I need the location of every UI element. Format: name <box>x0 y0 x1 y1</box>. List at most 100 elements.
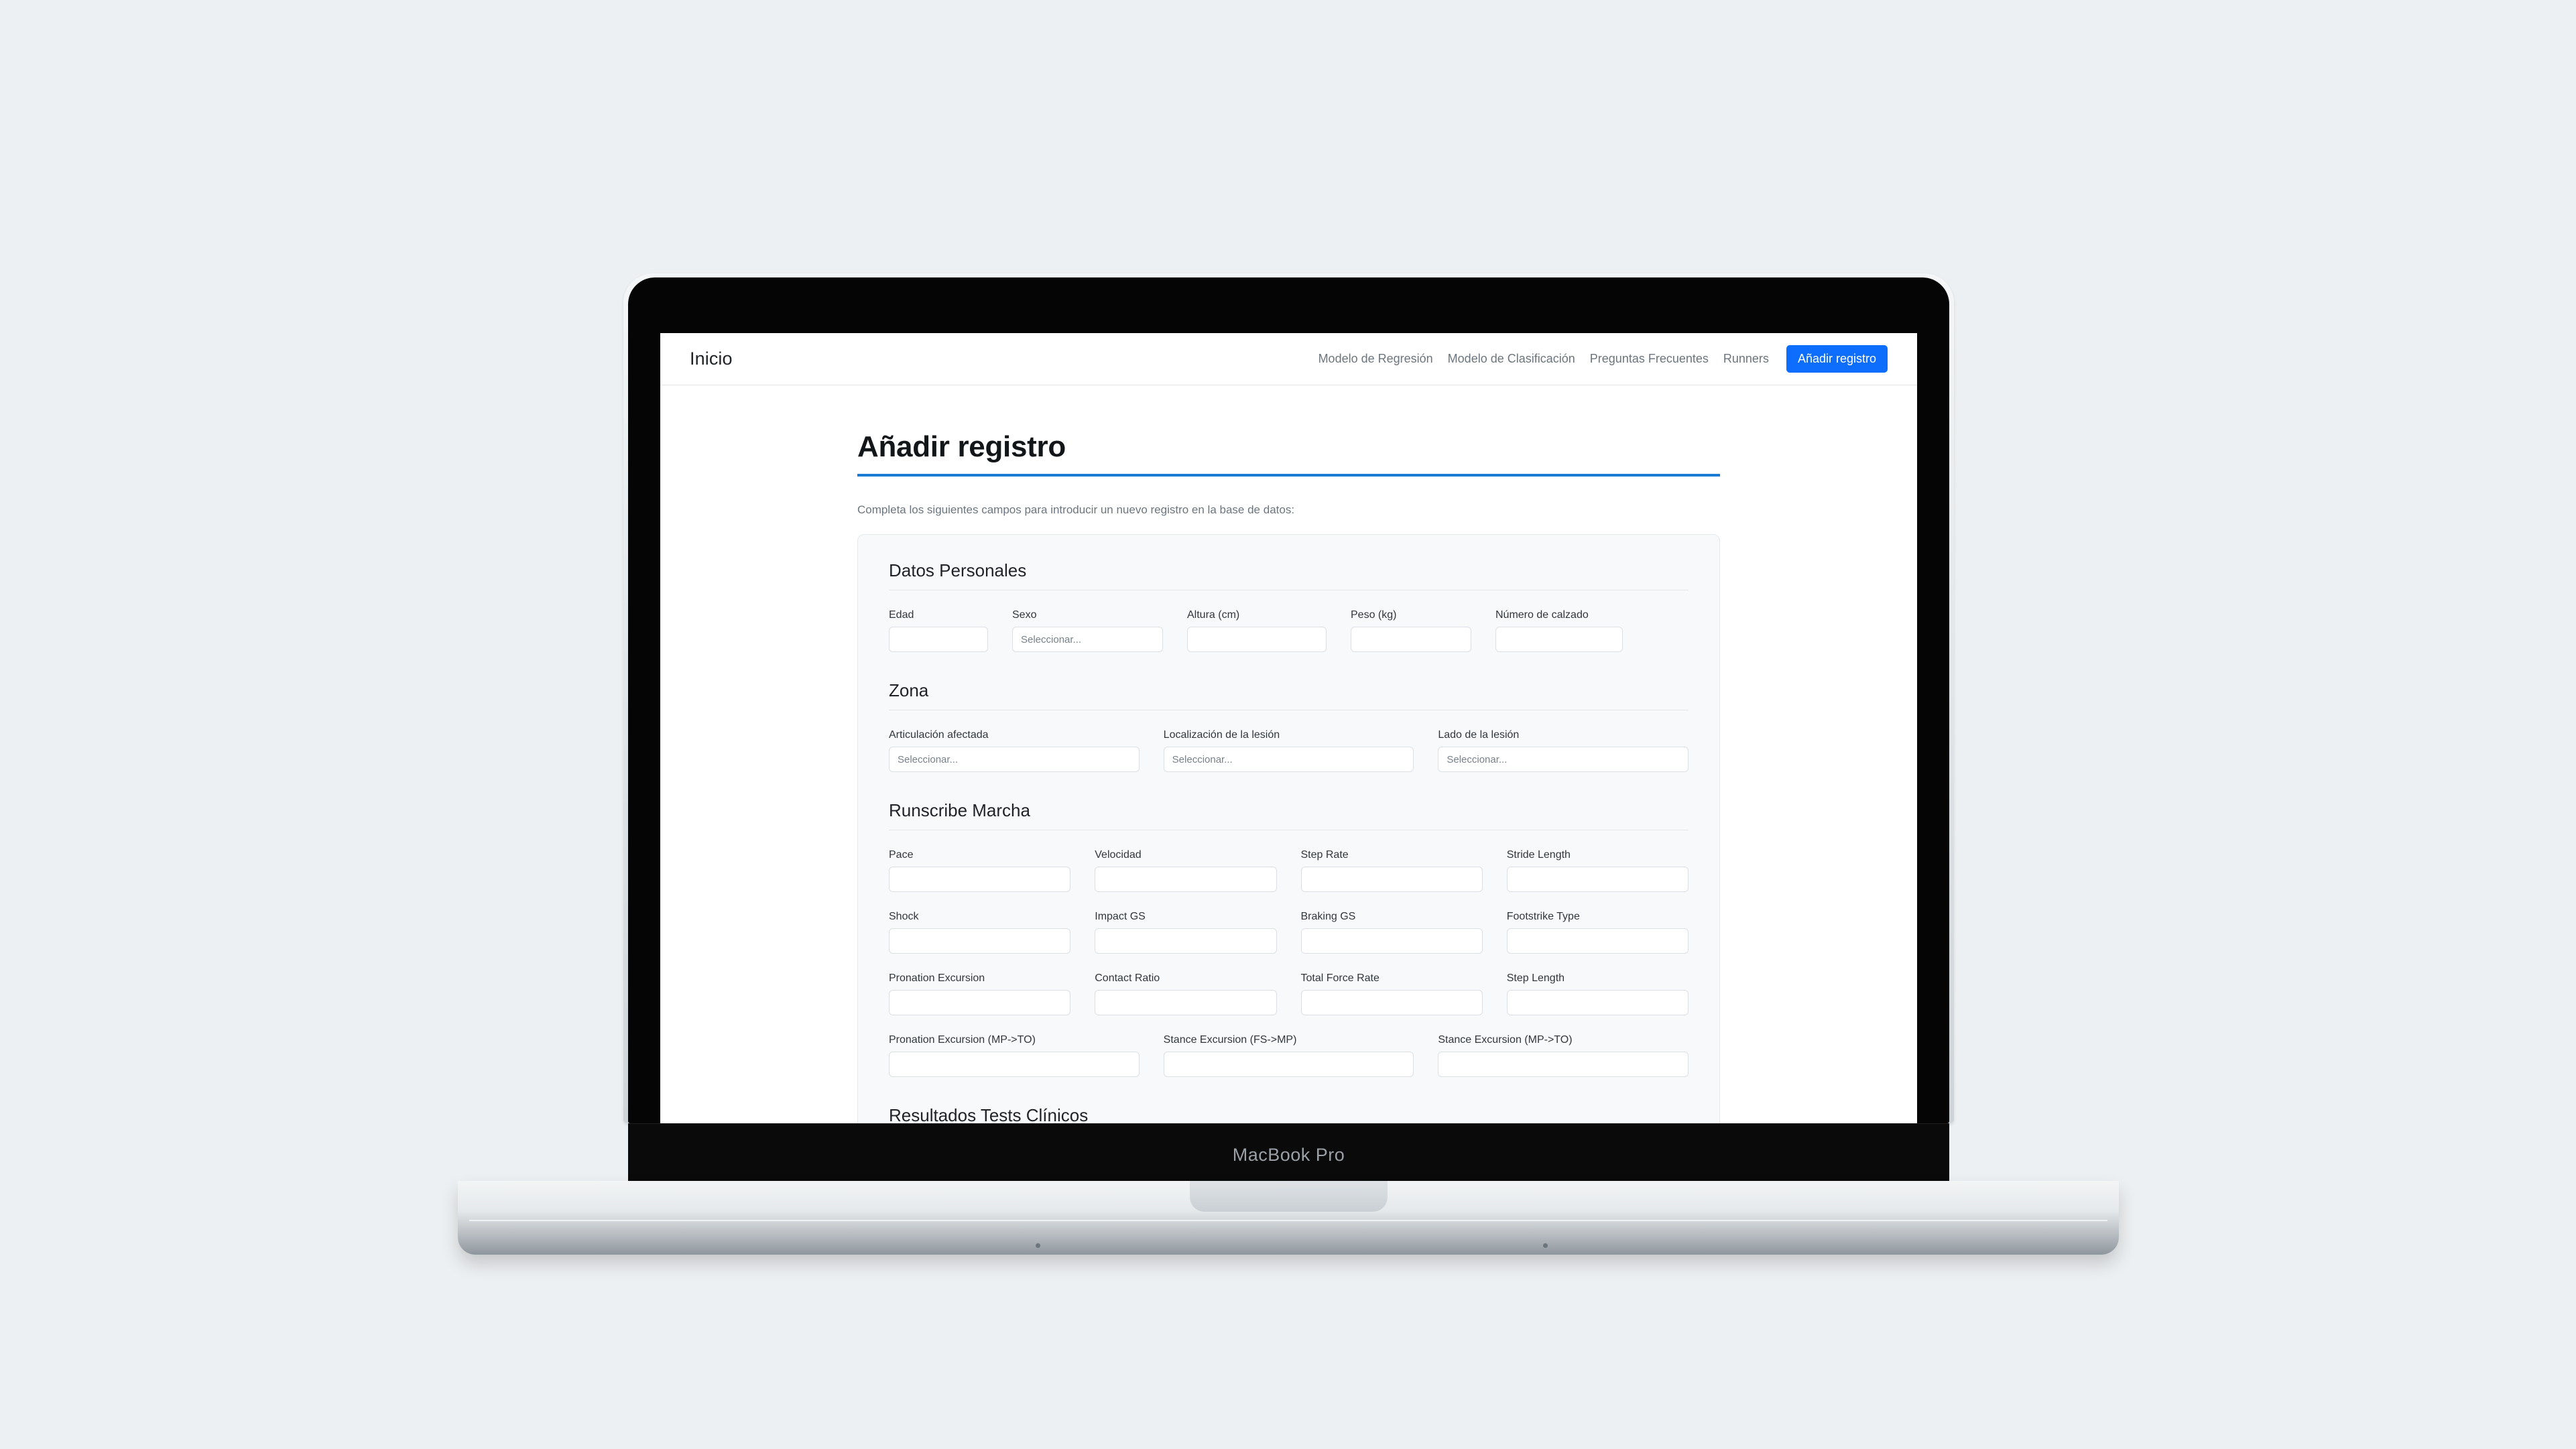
label-contact-ratio: Contact Ratio <box>1095 972 1160 984</box>
input-velocidad[interactable] <box>1095 867 1277 892</box>
section-datos-personales: Datos Personales Edad Sexo Seleccionar..… <box>889 560 1689 652</box>
field-impact-gs: Impact GS <box>1095 911 1277 954</box>
navbar: Inicio Modelo de Regresión Modelo de Cla… <box>660 333 1917 385</box>
label-impact-gs: Impact GS <box>1095 911 1146 922</box>
field-total-force-rate: Total Force Rate <box>1300 972 1483 1015</box>
input-shock[interactable] <box>889 928 1071 954</box>
title-underline <box>857 474 1720 477</box>
label-sexo: Sexo <box>1012 609 1037 621</box>
select-lado-lesion[interactable]: Seleccionar... <box>1438 747 1689 772</box>
label-stride-length: Stride Length <box>1506 849 1571 861</box>
field-row-runscribe-1: Pace Velocidad Step Rate Stride Length <box>889 849 1689 892</box>
label-step-length: Step Length <box>1506 972 1565 984</box>
laptop-mockup: Inicio Modelo de Regresión Modelo de Cla… <box>623 273 1954 1123</box>
input-total-force-rate[interactable] <box>1300 990 1483 1015</box>
nav-link-modelo-regresion[interactable]: Modelo de Regresión <box>1318 352 1433 366</box>
input-step-length[interactable] <box>1506 990 1689 1015</box>
field-numero-calzado: Número de calzado <box>1495 609 1623 652</box>
browser-page: Inicio Modelo de Regresión Modelo de Cla… <box>660 333 1917 1123</box>
laptop-chin: MacBook Pro <box>628 1123 1949 1186</box>
add-record-button[interactable]: Añadir registro <box>1786 345 1888 373</box>
section-runscribe-marcha: Runscribe Marcha Pace Velocidad Step Rat… <box>889 800 1689 1077</box>
field-row-runscribe-2: Shock Impact GS Braking GS Footstrike Ty… <box>889 911 1689 954</box>
field-sexo: Sexo Seleccionar... <box>1012 609 1163 652</box>
laptop-base-seam <box>469 1220 2107 1221</box>
label-shock: Shock <box>889 911 919 922</box>
field-lado-lesion: Lado de la lesión Seleccionar... <box>1438 729 1689 772</box>
page-title: Añadir registro <box>857 430 1066 463</box>
field-edad: Edad <box>889 609 988 652</box>
label-stance-excursion-mp-to: Stance Excursion (MP->TO) <box>1438 1034 1573 1046</box>
label-braking-gs: Braking GS <box>1300 911 1356 922</box>
input-pace[interactable] <box>889 867 1071 892</box>
input-altura[interactable] <box>1187 627 1327 652</box>
label-peso: Peso (kg) <box>1351 609 1397 621</box>
nav-link-modelo-clasificacion[interactable]: Modelo de Clasificación <box>1448 352 1575 366</box>
field-velocidad: Velocidad <box>1095 849 1277 892</box>
select-localizacion-lesion[interactable]: Seleccionar... <box>1163 747 1414 772</box>
field-footstrike-type: Footstrike Type <box>1506 911 1689 954</box>
label-footstrike-type: Footstrike Type <box>1506 911 1580 922</box>
input-pronation-excursion[interactable] <box>889 990 1071 1015</box>
field-stance-excursion-fs-mp: Stance Excursion (FS->MP) <box>1163 1034 1414 1077</box>
add-record-form-card: Datos Personales Edad Sexo Seleccionar..… <box>857 534 1720 1123</box>
input-stride-length[interactable] <box>1506 867 1689 892</box>
label-pronation-excursion: Pronation Excursion <box>889 972 985 984</box>
field-step-length: Step Length <box>1506 972 1689 1015</box>
field-row-personales: Edad Sexo Seleccionar... Altura (cm) Pes… <box>889 609 1689 652</box>
laptop-base-notch <box>1190 1181 1388 1212</box>
input-step-rate[interactable] <box>1300 867 1483 892</box>
input-stance-excursion-fs-mp[interactable] <box>1163 1052 1414 1077</box>
input-peso[interactable] <box>1351 627 1471 652</box>
section-title-resultados-tests-clinicos: Resultados Tests Clínicos <box>889 1105 1689 1123</box>
select-sexo[interactable]: Seleccionar... <box>1012 627 1163 652</box>
intro-text: Completa los siguientes campos para intr… <box>857 503 1295 516</box>
label-pronation-excursion-mp-to: Pronation Excursion (MP->TO) <box>889 1034 1036 1046</box>
field-stance-excursion-mp-to: Stance Excursion (MP->TO) <box>1438 1034 1689 1077</box>
field-shock: Shock <box>889 911 1071 954</box>
input-edad[interactable] <box>889 627 988 652</box>
nav-links: Modelo de Regresión Modelo de Clasificac… <box>1318 345 1888 373</box>
input-stance-excursion-mp-to[interactable] <box>1438 1052 1689 1077</box>
section-title-zona: Zona <box>889 680 1689 710</box>
laptop-brand-label: MacBook Pro <box>1232 1145 1345 1165</box>
laptop-base-foot-right <box>1543 1243 1548 1248</box>
label-step-rate: Step Rate <box>1300 849 1349 861</box>
input-contact-ratio[interactable] <box>1095 990 1277 1015</box>
section-zona: Zona Articulación afectada Seleccionar..… <box>889 680 1689 772</box>
field-stride-length: Stride Length <box>1506 849 1689 892</box>
section-resultados-tests-clinicos: Resultados Tests Clínicos Rellene los si… <box>889 1105 1689 1123</box>
nav-link-runners[interactable]: Runners <box>1723 352 1769 366</box>
nav-link-preguntas-frecuentes[interactable]: Preguntas Frecuentes <box>1590 352 1709 366</box>
nav-brand-inicio[interactable]: Inicio <box>690 349 733 369</box>
label-lado-lesion: Lado de la lesión <box>1438 729 1520 741</box>
field-braking-gs: Braking GS <box>1300 911 1483 954</box>
field-altura: Altura (cm) <box>1187 609 1327 652</box>
field-contact-ratio: Contact Ratio <box>1095 972 1277 1015</box>
field-pronation-excursion-mp-to: Pronation Excursion (MP->TO) <box>889 1034 1140 1077</box>
input-pronation-excursion-mp-to[interactable] <box>889 1052 1140 1077</box>
field-articulacion-afectada: Articulación afectada Seleccionar... <box>889 729 1140 772</box>
label-velocidad: Velocidad <box>1095 849 1142 861</box>
field-pace: Pace <box>889 849 1071 892</box>
input-braking-gs[interactable] <box>1300 928 1483 954</box>
main-container: Añadir registro Completa los siguientes … <box>857 385 1720 1123</box>
input-impact-gs[interactable] <box>1095 928 1277 954</box>
field-step-rate: Step Rate <box>1300 849 1483 892</box>
label-numero-calzado: Número de calzado <box>1495 609 1589 621</box>
label-edad: Edad <box>889 609 914 621</box>
field-peso: Peso (kg) <box>1351 609 1471 652</box>
input-footstrike-type[interactable] <box>1506 928 1689 954</box>
input-numero-calzado[interactable] <box>1495 627 1623 652</box>
label-pace: Pace <box>889 849 914 861</box>
select-articulacion-afectada[interactable]: Seleccionar... <box>889 747 1140 772</box>
field-row-runscribe-3: Pronation Excursion Contact Ratio Total … <box>889 972 1689 1015</box>
label-stance-excursion-fs-mp: Stance Excursion (FS->MP) <box>1163 1034 1297 1046</box>
label-total-force-rate: Total Force Rate <box>1300 972 1379 984</box>
label-altura: Altura (cm) <box>1187 609 1240 621</box>
field-row-zona: Articulación afectada Seleccionar... Loc… <box>889 729 1689 772</box>
field-localizacion-lesion: Localización de la lesión Seleccionar... <box>1163 729 1414 772</box>
section-title-datos-personales: Datos Personales <box>889 560 1689 590</box>
section-title-runscribe-marcha: Runscribe Marcha <box>889 800 1689 830</box>
field-row-runscribe-4: Pronation Excursion (MP->TO) Stance Excu… <box>889 1034 1689 1077</box>
